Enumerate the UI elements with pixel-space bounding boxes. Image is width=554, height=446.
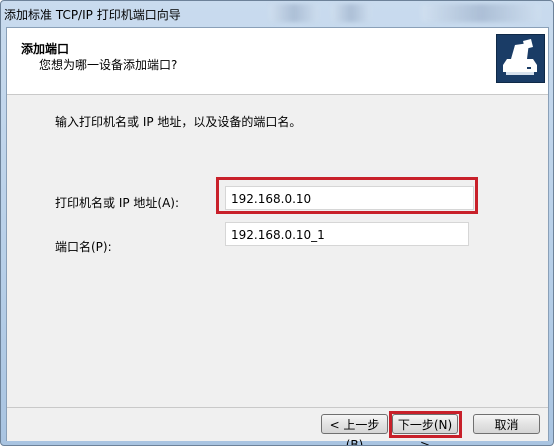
blurred-background-region [269,4,319,22]
title-bar[interactable]: 添加标准 TCP/IP 打印机端口向导 [1,1,553,27]
wizard-window: 添加标准 TCP/IP 打印机端口向导 添加端口 您想为哪一设备添加端口? 输入… [0,0,554,446]
port-name-label: 端口名(P): [55,240,112,254]
printer-icon [496,34,545,83]
window-title: 添加标准 TCP/IP 打印机端口向导 [4,8,181,22]
wizard-header: 添加端口 您想为哪一设备添加端口? [7,28,548,95]
wizard-content: 添加端口 您想为哪一设备添加端口? 输入打印机名或 IP 地址，以及设备的端口名… [6,27,549,445]
wizard-body: 输入打印机名或 IP 地址，以及设备的端口名。 打印机名或 IP 地址(A): … [7,95,548,407]
back-button[interactable]: < 上一步(B) [321,414,388,445]
cancel-button[interactable]: 取消 [473,414,540,434]
header-subtitle: 您想为哪一设备添加端口? [39,58,178,72]
instruction-text: 输入打印机名或 IP 地址，以及设备的端口名。 [55,115,302,129]
highlight-box-next [389,411,462,438]
blurred-background-region [421,4,541,22]
port-name-input[interactable]: 192.168.0.10_1 [225,222,469,246]
header-title: 添加端口 [21,42,70,56]
printer-name-label: 打印机名或 IP 地址(A): [55,196,180,210]
wizard-footer: < 上一步(B) 下一步(N) > 取消 [7,407,548,445]
blurred-background-region [331,4,371,22]
highlight-box-printer-name [216,177,478,214]
